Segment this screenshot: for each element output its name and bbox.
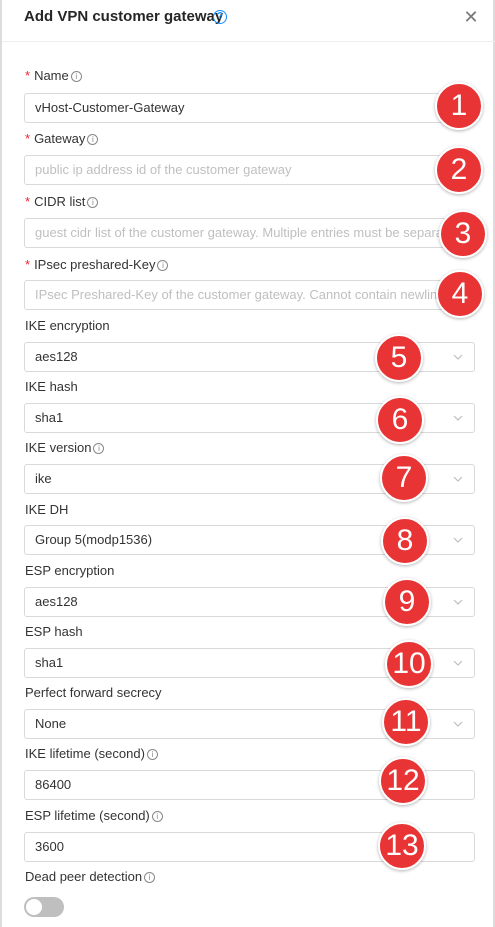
- ike-dh-label: IKE DH: [25, 502, 69, 517]
- info-icon[interactable]: i: [157, 260, 169, 271]
- esp-lifetime-label-text: ESP lifetime (second): [25, 808, 150, 823]
- name-label: * Name i: [25, 68, 82, 83]
- required-marker: *: [25, 68, 31, 83]
- gateway-label-text: Gateway: [34, 131, 86, 146]
- chevron-down-icon: [453, 660, 463, 666]
- annotation-badge-2: 2: [435, 146, 483, 194]
- chevron-down-icon: [453, 721, 463, 727]
- esp-hash-value: sha1: [35, 655, 64, 670]
- ike-version-label: IKE version i: [25, 440, 105, 455]
- cidr-label: * CIDR list i: [25, 194, 99, 209]
- info-icon[interactable]: i: [146, 749, 158, 760]
- ike-dh-value: Group 5(modp1536): [35, 532, 153, 547]
- cidr-label-text: CIDR list: [34, 194, 86, 209]
- ike-version-value: ike: [35, 471, 52, 486]
- name-label-text: Name: [34, 68, 69, 83]
- annotation-badge-3: 3: [439, 210, 487, 258]
- annotation-badge-13: 13: [378, 822, 426, 870]
- pfs-label: Perfect forward secrecy: [25, 685, 162, 700]
- annotation-badge-4: 4: [436, 270, 484, 318]
- ipsec-input[interactable]: IPsec Preshared-Key of the customer gate…: [24, 280, 475, 310]
- name-input[interactable]: vHost-Customer-Gateway: [24, 93, 475, 123]
- chevron-down-icon: [453, 415, 463, 421]
- annotation-badge-6: 6: [376, 396, 424, 444]
- ipsec-label-text: IPsec preshared-Key: [34, 257, 156, 272]
- annotation-badge-9: 9: [383, 578, 431, 626]
- gateway-input[interactable]: public ip address id of the customer gat…: [24, 155, 475, 185]
- esp-encryption-label: ESP encryption: [25, 563, 115, 578]
- close-icon[interactable]: ✕: [463, 8, 479, 26]
- dpd-label: Dead peer detection i: [25, 869, 156, 884]
- gateway-label: * Gateway i: [25, 131, 99, 146]
- info-icon[interactable]: i: [87, 197, 99, 208]
- info-icon[interactable]: i: [93, 443, 105, 454]
- annotation-badge-8: 8: [381, 517, 429, 565]
- dialog-title: Add VPN customer gateway: [24, 8, 224, 25]
- pfs-value: None: [35, 716, 67, 731]
- required-marker: *: [25, 257, 31, 272]
- chevron-down-icon: [453, 354, 463, 360]
- ike-lifetime-label: IKE lifetime (second) i: [25, 746, 158, 761]
- annotation-badge-7: 7: [380, 454, 428, 502]
- annotation-badge-12: 12: [379, 757, 427, 805]
- annotation-badge-11: 11: [382, 698, 430, 746]
- ike-hash-value: sha1: [35, 410, 64, 425]
- chevron-down-icon: [453, 537, 463, 543]
- esp-lifetime-label: ESP lifetime (second) i: [25, 808, 163, 823]
- ike-hash-label: IKE hash: [25, 379, 78, 394]
- dialog: Add VPN customer gateway ? ✕ * Name i vHos…: [0, 0, 495, 927]
- ike-encryption-value: aes128: [35, 349, 78, 364]
- annotation-badge-1: 1: [435, 82, 483, 130]
- esp-hash-label: ESP hash: [25, 624, 83, 639]
- required-marker: *: [25, 194, 31, 209]
- dpd-label-text: Dead peer detection: [25, 869, 143, 884]
- info-icon[interactable]: i: [151, 811, 163, 822]
- help-icon[interactable]: ?: [213, 10, 227, 24]
- ike-version-label-text: IKE version: [25, 440, 92, 455]
- info-icon[interactable]: i: [144, 872, 156, 883]
- chevron-down-icon: [453, 599, 463, 605]
- ipsec-label: * IPsec preshared-Key i: [25, 257, 169, 272]
- dpd-toggle[interactable]: [24, 897, 64, 917]
- annotation-badge-10: 10: [385, 640, 433, 688]
- cidr-input[interactable]: guest cidr list of the customer gateway.…: [24, 218, 475, 248]
- toggle-knob: [26, 899, 42, 915]
- chevron-down-icon: [453, 476, 463, 482]
- required-marker: *: [25, 131, 31, 146]
- esp-encryption-value: aes128: [35, 594, 78, 609]
- annotation-badge-5: 5: [375, 334, 423, 382]
- info-icon[interactable]: i: [70, 71, 82, 82]
- info-icon[interactable]: i: [87, 134, 99, 145]
- ike-encryption-label: IKE encryption: [25, 318, 110, 333]
- dialog-header: Add VPN customer gateway ? ✕: [2, 0, 495, 42]
- ike-lifetime-label-text: IKE lifetime (second): [25, 746, 145, 761]
